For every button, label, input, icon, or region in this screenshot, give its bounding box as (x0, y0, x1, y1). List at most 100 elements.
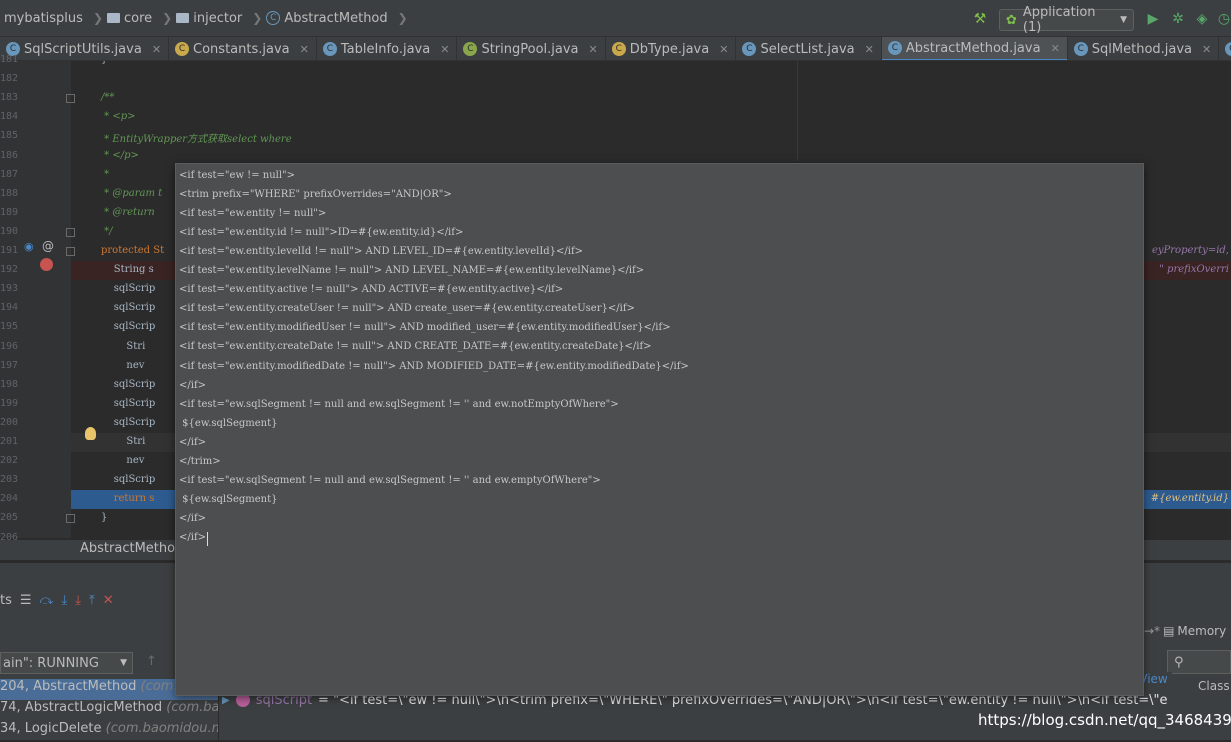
code-line[interactable]: Stri (101, 341, 145, 352)
memory-search-input[interactable]: ⚲ (1167, 650, 1231, 674)
code-line[interactable]: } (101, 61, 107, 65)
close-icon[interactable]: ✕ (1051, 42, 1060, 55)
code-line[interactable]: sqlScrip (101, 379, 156, 390)
line-number: 199 (0, 397, 19, 409)
popup-text-line: <if test="ew.entity.modifiedDate != null… (179, 360, 689, 372)
tab-dbtype[interactable]: C DbType.java ✕ (606, 37, 737, 60)
folder-icon (176, 13, 190, 23)
frame-item[interactable]: 34, LogicDelete (com.baomidou.mybat (0, 721, 218, 742)
run-icon[interactable]: ▶ (1145, 11, 1161, 27)
value-popup[interactable]: <if test="ew != null"> <trim prefix="WHER… (175, 163, 1144, 696)
tab-tableinfo[interactable]: C TableInfo.java ✕ (317, 37, 458, 60)
code-line[interactable]: * @return (101, 207, 155, 218)
drop-frame-icon[interactable]: ✕ (103, 593, 114, 608)
code-line[interactable]: protected St (101, 245, 164, 256)
line-number: 194 (0, 302, 19, 314)
tab-label: StringPool.java (481, 41, 579, 57)
code-line[interactable]: * @param t (101, 188, 162, 199)
code-line[interactable]: } (101, 512, 107, 523)
code-line[interactable]: sqlScrip (101, 398, 156, 409)
up-arrow-icon[interactable]: ↑ (146, 654, 157, 669)
force-step-into-icon[interactable]: ⤓ (75, 593, 81, 608)
popup-text-line: <if test="ew.entity.modifiedUser != null… (179, 322, 671, 334)
close-icon[interactable]: ✕ (865, 43, 874, 56)
fold-marker-icon[interactable] (66, 94, 75, 104)
code-line[interactable]: String s (101, 264, 154, 275)
frames-tab-label[interactable]: ts (0, 593, 12, 608)
line-number: 203 (0, 474, 19, 486)
code-line[interactable]: */ (101, 226, 112, 237)
step-out-icon[interactable]: ⤒ (89, 593, 95, 608)
code-line[interactable]: * (101, 169, 109, 180)
implementations-icon[interactable]: ◉ (24, 240, 36, 253)
close-icon[interactable]: ✕ (589, 43, 598, 56)
build-hammer-icon[interactable]: ⚒ (972, 11, 988, 27)
thread-select[interactable]: ain": RUNNING ▼ (0, 652, 133, 674)
chevron-right-icon: ❯ (252, 11, 263, 25)
breadcrumb-project[interactable]: mybatisplus ❯ (4, 11, 103, 26)
line-number: 198 (0, 378, 19, 390)
code-line[interactable]: nev (101, 455, 144, 466)
search-icon: ⚲ (1174, 654, 1184, 670)
run-with-coverage-icon[interactable]: ◈ (1194, 11, 1210, 27)
method-crumb[interactable]: AbstractMethod (80, 541, 183, 556)
tab-label: SqlMethod.java (1091, 41, 1193, 57)
code-line[interactable]: sqlScrip (101, 474, 156, 485)
chevron-down-icon: ▼ (1120, 15, 1127, 25)
line-number: 196 (0, 340, 19, 352)
breadcrumb-label: mybatisplus (4, 10, 83, 26)
step-into-icon[interactable]: ⤓ (61, 593, 67, 608)
code-line[interactable]: sqlScrip (101, 417, 156, 428)
tab-querywrapper[interactable]: CQueryWrapper.java✕ (1219, 37, 1231, 60)
breadcrumb-class[interactable]: C AbstractMethod ❯ (266, 11, 408, 26)
code-line[interactable]: Stri (101, 436, 145, 447)
close-icon[interactable]: ✕ (1202, 43, 1211, 56)
close-icon[interactable]: ✕ (152, 43, 161, 56)
fold-marker-icon[interactable] (66, 514, 75, 524)
override-annotation-icon[interactable]: @ (42, 239, 54, 253)
fold-marker-icon[interactable] (66, 247, 75, 256)
breadcrumb-injector[interactable]: injector ❯ (176, 11, 262, 26)
frame-item[interactable]: 74, AbstractLogicMethod (com.baomic (0, 700, 218, 721)
tab-sqlscriptutils[interactable]: C SqlScriptUtils.java ✕ (0, 37, 170, 60)
close-icon[interactable]: ✕ (719, 43, 728, 56)
step-over-icon[interactable]: ⤼ (40, 593, 54, 608)
fold-marker-icon[interactable] (66, 227, 75, 237)
menu-lines-icon[interactable]: ☰ (20, 593, 32, 608)
frame-location: 204, AbstractMethod (0, 679, 137, 694)
code-overflow-text: " prefixOverri (1159, 264, 1229, 276)
code-line[interactable]: return s (101, 493, 155, 504)
close-icon[interactable]: ✕ (440, 43, 449, 56)
tab-constants[interactable]: C Constants.java ✕ (169, 37, 317, 60)
run-configuration-select[interactable]: ✿ Application (1) ▼ (999, 5, 1134, 35)
code-line[interactable]: * </p> (101, 150, 139, 161)
memory-tab[interactable]: →* ▤ Memory (1144, 619, 1231, 643)
code-line[interactable]: sqlScrip (101, 302, 156, 313)
class-column-header[interactable]: Class (1198, 679, 1230, 693)
debug-bug-icon[interactable]: ✲ (1170, 11, 1186, 27)
popup-text-line: <if test="ew.entity.createUser != null">… (179, 303, 635, 315)
abstract-class-icon: C (266, 11, 281, 25)
tab-abstractmethod[interactable]: C AbstractMethod.java ✕ (881, 37, 1068, 60)
breakpoint-icon[interactable] (40, 258, 53, 271)
folder-icon (107, 13, 120, 23)
code-line[interactable]: sqlScrip (101, 321, 156, 332)
debug-toolbar: ts ☰ ⤼ ⤓ ⤓ ⤒ ✕ (0, 590, 180, 610)
tab-stringpool[interactable]: C StringPool.java ✕ (457, 37, 606, 60)
line-number: 187 (0, 168, 19, 180)
code-line[interactable]: * <p> (101, 111, 135, 122)
code-line[interactable]: /** (101, 92, 114, 103)
expand-arrow-icon[interactable]: ▶ (222, 695, 230, 706)
breadcrumb-core[interactable]: core ❯ (107, 11, 172, 26)
code-overflow-text: #{ew.entity.id} (1150, 493, 1229, 505)
intention-bulb-icon[interactable] (85, 427, 96, 440)
tab-selectlist[interactable]: C SelectList.java ✕ (736, 37, 882, 60)
code-line[interactable]: nev (101, 360, 144, 371)
code-line[interactable]: sqlScrip (101, 283, 156, 294)
profile-icon[interactable]: ◷ (1216, 11, 1231, 27)
line-number: 190 (0, 225, 19, 237)
tab-sqlmethod[interactable]: C SqlMethod.java ✕ (1068, 37, 1220, 60)
code-line[interactable]: * EntityWrapper方式获取select where (101, 130, 291, 145)
close-icon[interactable]: ✕ (300, 43, 309, 56)
line-number: 193 (0, 283, 19, 295)
